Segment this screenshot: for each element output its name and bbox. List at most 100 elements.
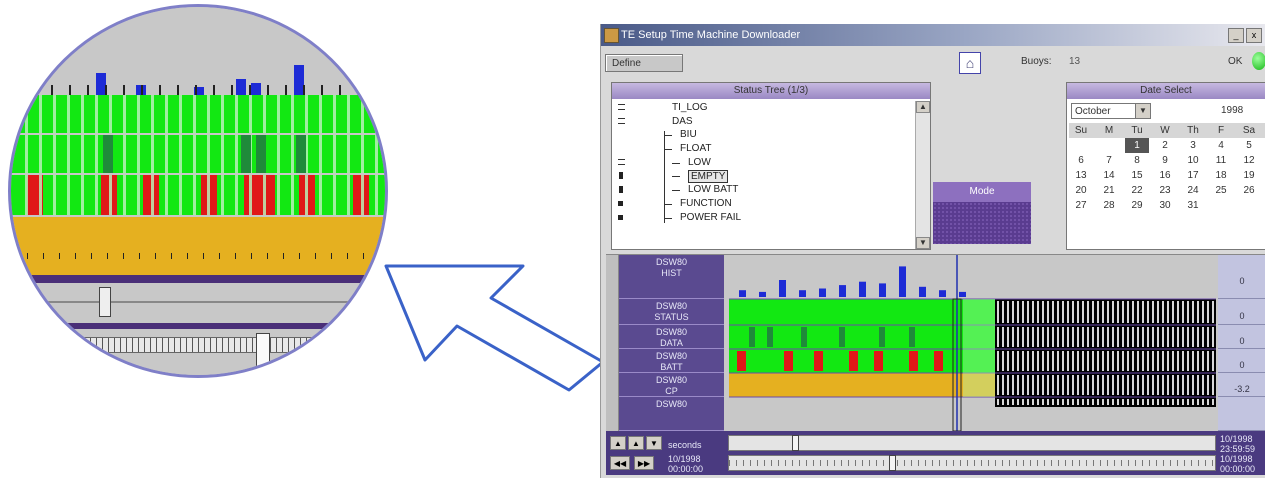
- zoom-stripe: [81, 95, 84, 133]
- nodata-hatch: [1177, 301, 1179, 323]
- calendar-day[interactable]: 8: [1125, 153, 1149, 168]
- alarm-marker: [934, 351, 943, 371]
- calendar-week-row: 6 7 8 9 10 11 12: [1069, 153, 1265, 168]
- nodata-hatch: [1122, 301, 1124, 323]
- define-button[interactable]: Define: [605, 54, 683, 72]
- calendar-day[interactable]: 2: [1153, 138, 1177, 153]
- time-range-slider[interactable]: [728, 455, 1216, 471]
- calendar-week-row: 12345: [1069, 138, 1265, 153]
- nodata-hatch: [1157, 399, 1159, 405]
- year-value[interactable]: 1998: [1221, 105, 1243, 116]
- calendar-day[interactable]: 3: [1181, 138, 1205, 153]
- calendar-day[interactable]: 27: [1069, 198, 1093, 213]
- calendar-day[interactable]: 11: [1209, 153, 1233, 168]
- calendar-day[interactable]: 10: [1181, 153, 1205, 168]
- nodata-hatch: [1197, 375, 1199, 395]
- calendar-day[interactable]: 21: [1097, 183, 1121, 198]
- nodata-hatch: [997, 351, 999, 371]
- tree-item[interactable]: LOW: [612, 156, 912, 170]
- tree-scrollbar[interactable]: ▲ ▼: [915, 101, 930, 249]
- zoom-out-button[interactable]: ▼: [646, 436, 662, 450]
- histogram-bar: [819, 288, 826, 297]
- calendar-day[interactable]: 23: [1153, 183, 1177, 198]
- calendar-day[interactable]: 5: [1237, 138, 1261, 153]
- calendar-day[interactable]: 24: [1181, 183, 1205, 198]
- timeline-plot[interactable]: [729, 255, 1216, 431]
- minimize-button[interactable]: _: [1228, 28, 1244, 43]
- chevron-down-icon[interactable]: ▼: [1135, 104, 1150, 118]
- calendar-day[interactable]: 20: [1069, 183, 1093, 198]
- calendar-day[interactable]: 16: [1153, 168, 1177, 183]
- time-range-slider-thumb[interactable]: [889, 455, 897, 471]
- buoy-tool-icon[interactable]: ⌂: [959, 52, 981, 74]
- zoom-stripe: [361, 175, 364, 215]
- zoom-in-2-button[interactable]: ▲: [628, 436, 644, 450]
- data-marker: [767, 327, 773, 347]
- tree-item[interactable]: EMPTY: [612, 169, 912, 184]
- nodata-hatch: [1202, 327, 1204, 347]
- calendar-day[interactable]: 30: [1153, 198, 1177, 213]
- calendar-day[interactable]: 18: [1209, 168, 1233, 183]
- calendar-day[interactable]: 13: [1069, 168, 1093, 183]
- nodata-hatch: [1122, 327, 1124, 347]
- zoom-stripe: [123, 135, 126, 173]
- tree-scroll-down-button[interactable]: ▼: [916, 237, 930, 249]
- calendar-day[interactable]: 26: [1237, 183, 1261, 198]
- nodata-hatch: [1067, 375, 1069, 395]
- calendar-day[interactable]: 22: [1125, 183, 1149, 198]
- seconds-slider-thumb[interactable]: [792, 435, 800, 451]
- zoom-stripe: [333, 95, 336, 133]
- nodata-hatch: [1132, 301, 1134, 323]
- month-select[interactable]: October ▼: [1071, 103, 1151, 119]
- zoom-slider-line: [11, 301, 385, 303]
- tree-marker-icon: [618, 214, 623, 220]
- nodata-hatch: [1187, 301, 1189, 323]
- calendar-day[interactable]: 4: [1209, 138, 1233, 153]
- fast-forward-button[interactable]: ▶▶: [634, 456, 654, 470]
- calendar-day[interactable]: 31: [1181, 198, 1205, 213]
- alarm-marker: [814, 351, 823, 371]
- tree-item[interactable]: BIU: [612, 128, 912, 142]
- zoom-stripe: [109, 175, 112, 215]
- calendar-day[interactable]: 14: [1097, 168, 1121, 183]
- seconds-slider[interactable]: [728, 435, 1216, 451]
- tree-item[interactable]: LOW BATT: [612, 183, 912, 197]
- tree-item[interactable]: FLOAT: [612, 142, 912, 156]
- nodata-hatch: [1207, 351, 1209, 371]
- nodata-hatch: [1032, 301, 1034, 323]
- nodata-hatch: [1067, 351, 1069, 371]
- nodata-hatch: [1212, 399, 1214, 405]
- nodata-hatch: [1052, 375, 1054, 395]
- tree-item[interactable]: POWER FAIL: [612, 211, 912, 225]
- rewind-button[interactable]: ◀◀: [610, 456, 630, 470]
- nodata-hatch: [1117, 301, 1119, 323]
- calendar-day[interactable]: 6: [1069, 153, 1093, 168]
- tree-scroll-up-button[interactable]: ▲: [916, 101, 930, 113]
- calendar-day[interactable]: 7: [1097, 153, 1121, 168]
- nodata-hatch: [1102, 399, 1104, 405]
- calendar-day[interactable]: 9: [1153, 153, 1177, 168]
- zoom-stripe: [347, 175, 350, 215]
- calendar-day[interactable]: 1: [1125, 138, 1149, 153]
- nodata-hatch: [1037, 399, 1039, 405]
- calendar-day[interactable]: 15: [1125, 168, 1149, 183]
- calendar-day[interactable]: 17: [1181, 168, 1205, 183]
- nodata-hatch: [1032, 375, 1034, 395]
- calendar-day[interactable]: 28: [1097, 198, 1121, 213]
- timeline-row-values: 0 0 0 0 -3.2: [1218, 255, 1265, 431]
- nodata-hatch: [1207, 301, 1209, 323]
- tree-item[interactable]: TI_LOG: [612, 101, 912, 115]
- histogram-bar: [739, 290, 746, 297]
- nodata-hatch: [1142, 327, 1144, 347]
- zoom-in-button[interactable]: ▲: [610, 436, 626, 450]
- tree-item[interactable]: FUNCTION: [612, 197, 912, 211]
- close-button[interactable]: x: [1246, 28, 1262, 43]
- timeline-row-scrollbar[interactable]: [606, 255, 619, 431]
- calendar-day[interactable]: 19: [1237, 168, 1261, 183]
- mode-button[interactable]: Mode: [933, 182, 1031, 202]
- calendar-day[interactable]: 29: [1125, 198, 1149, 213]
- calendar-day[interactable]: 25: [1209, 183, 1233, 198]
- calendar-day[interactable]: 12: [1237, 153, 1261, 168]
- tree-marker-icon: [618, 131, 625, 138]
- tree-item[interactable]: DAS: [612, 115, 912, 129]
